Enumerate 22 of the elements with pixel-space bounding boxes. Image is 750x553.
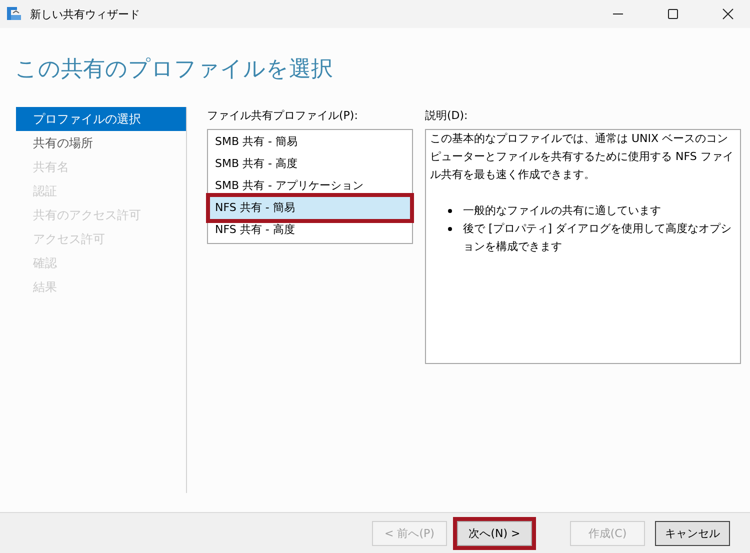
bullet-icon bbox=[448, 227, 452, 231]
wizard-button[interactable]: 次へ(N) > bbox=[457, 520, 532, 546]
bullet-text: 一般的なファイルの共有に適しています bbox=[463, 203, 661, 219]
wizard-button[interactable]: キャンセル bbox=[655, 520, 730, 546]
bullet-icon bbox=[448, 209, 452, 213]
description-label: 説明(D): bbox=[425, 109, 469, 124]
app-icon bbox=[6, 6, 22, 22]
profile-item[interactable]: SMB 共有 - 高度 bbox=[210, 153, 410, 175]
description-text: この基本的なプロファイルでは、通常は UNIX ベースのコンピューターとファイルを共有するために使用する NFS ファイル共有を最も速く作成できます。 bbox=[430, 131, 734, 183]
profile-item[interactable]: SMB 共有 - アプリケーション bbox=[210, 175, 410, 197]
wizard-step[interactable]: プロファイルの選択 bbox=[16, 107, 186, 131]
profile-item[interactable]: NFS 共有 - 簡易 bbox=[210, 197, 410, 219]
close-icon[interactable] bbox=[722, 8, 734, 20]
maximize-icon[interactable] bbox=[667, 8, 679, 20]
profile-item[interactable]: SMB 共有 - 簡易 bbox=[210, 131, 410, 153]
page-heading: この共有のプロファイルを選択 bbox=[14, 56, 334, 81]
window-title: 新しい共有ウィザード bbox=[30, 6, 140, 22]
profile-list[interactable]: SMB 共有 - 簡易 SMB 共有 - 高度 SMB 共有 - アプリケーション NFS 共有 - 簡易 NFS 共有 - 高度 bbox=[207, 129, 413, 244]
profile-item[interactable]: NFS 共有 - 高度 bbox=[210, 219, 410, 241]
wizard-step[interactable]: 共有の場所 bbox=[16, 131, 186, 155]
bullet-text: 後で [プロパティ] ダイアログを使用して高度なオプションを構成できます bbox=[463, 221, 733, 255]
list-label: ファイル共有プロファイル(P): bbox=[207, 109, 359, 124]
